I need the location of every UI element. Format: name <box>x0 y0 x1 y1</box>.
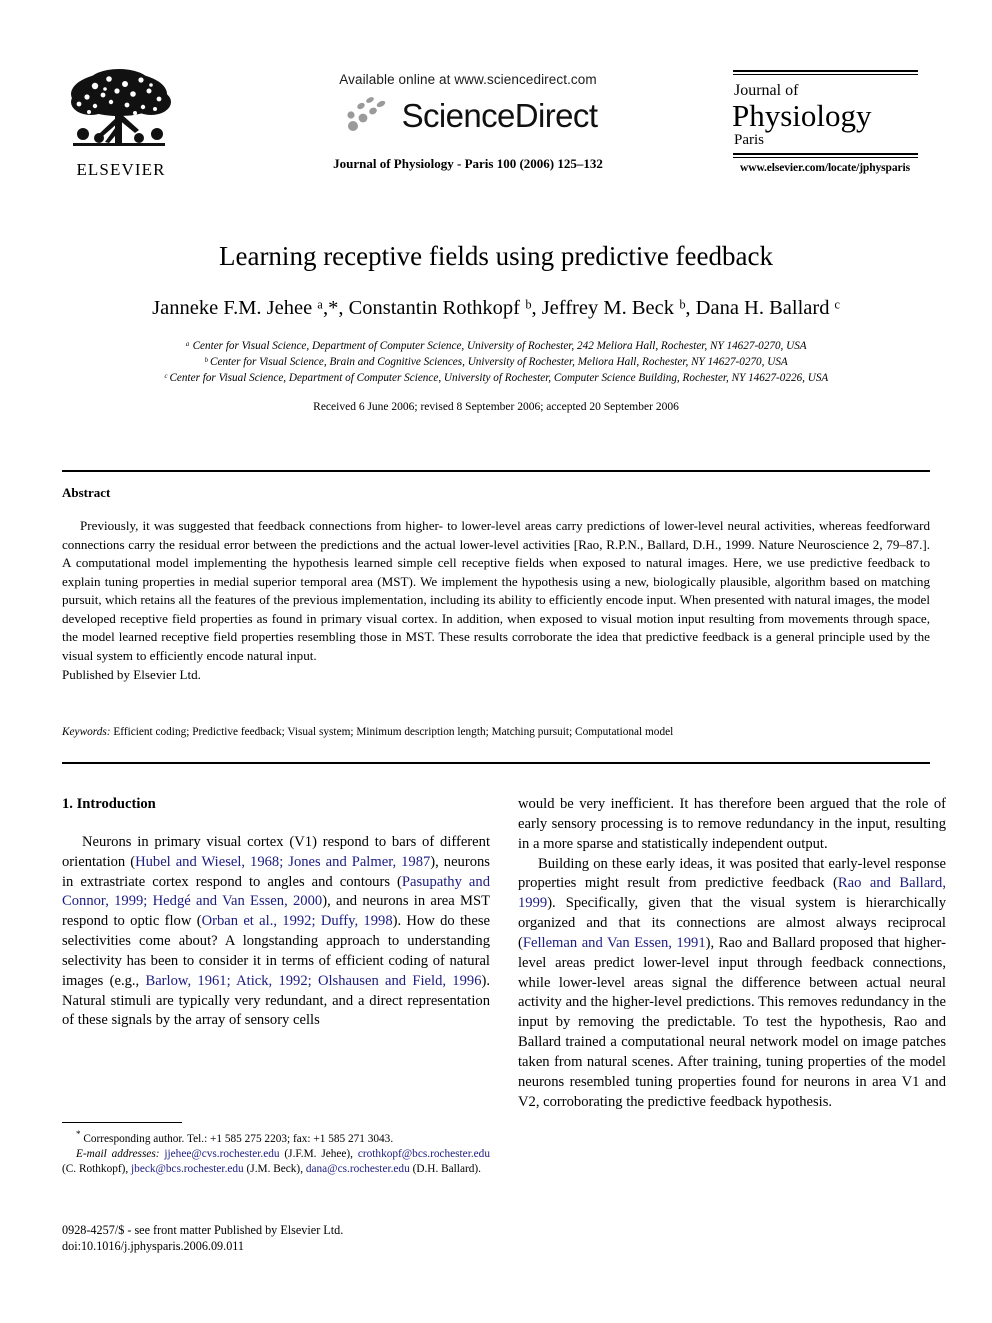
masthead: ELSEVIER Available online at www.science… <box>62 62 930 202</box>
text-run: ), Rao and Ballard proposed that higher-… <box>518 934 946 1110</box>
body-column-left: 1. Introduction Neurons in primary visua… <box>62 795 490 1031</box>
doi-line[interactable]: doi:10.1016/j.jphysparis.2006.09.011 <box>62 1238 490 1254</box>
received-dates: Received 6 June 2006; revised 8 Septembe… <box>313 400 679 413</box>
keywords-line: Keywords: Efficient coding; Predictive f… <box>62 726 930 738</box>
email-link-rothkopf[interactable]: crothkopf@bcs.rochester.edu <box>358 1148 490 1160</box>
footnote-block: * Corresponding author. Tel.: +1 585 275… <box>62 1122 490 1178</box>
email-link-jehee[interactable]: jjehee@cvs.rochester.edu <box>164 1148 279 1160</box>
published-by-text: Published by Elsevier Ltd. <box>62 666 201 682</box>
sciencedirect-swoosh-icon <box>347 97 385 131</box>
affiliation-c: ᶜ Center for Visual Science, Department … <box>163 372 829 385</box>
email-owner-rothkopf: (C. Rothkopf), <box>62 1163 129 1176</box>
abstract-rule-top <box>62 470 930 472</box>
abstract-text: Previously, it was suggested that feedba… <box>62 518 930 664</box>
abstract-section: Abstract Previously, it was suggested th… <box>62 485 930 684</box>
journal-citation-line: Journal of Physiology - Paris 100 (2006)… <box>333 156 603 171</box>
paragraph-intro-2: Building on these early ideas, it was po… <box>518 855 946 1113</box>
footnote-rule <box>62 1122 182 1123</box>
page-title: Learning receptive fields using predicti… <box>218 241 773 271</box>
email-owner-beck: (J.M. Beck), <box>246 1163 304 1176</box>
text-run: Corresponding author. Tel.: +1 585 275 2… <box>83 1132 394 1145</box>
footnote-emails: E-mail addresses: jjehee@cvs.rochester.e… <box>62 1147 490 1178</box>
affiliation-b: ᵇ Center for Visual Science, Brain and C… <box>204 356 788 369</box>
paragraph-intro-continued: would be very inefficient. It has theref… <box>518 796 946 852</box>
elsevier-logo: ELSEVIER <box>62 64 180 178</box>
footnote-corresponding-author: * Corresponding author. Tel.: +1 585 275… <box>62 1128 490 1147</box>
body-column-right: would be very inefficient. It has theref… <box>518 795 946 1113</box>
keywords-value: Efficient coding; Predictive feedback; V… <box>113 726 674 738</box>
citation-link-barlow-atick-olshausen[interactable]: Barlow, 1961; Atick, 1992; Olshausen and… <box>145 973 481 989</box>
citation-link-orban-duffy[interactable]: Orban et al., 1992; Duffy, 1998 <box>202 913 393 929</box>
author-list: Janneke F.M. Jehee ᵃ,*, Constantin Rothk… <box>152 297 840 320</box>
email-link-beck[interactable]: jbeck@bcs.rochester.edu <box>131 1163 244 1175</box>
paragraph-intro-1: Neurons in primary visual cortex (V1) re… <box>62 833 490 1031</box>
sciencedirect-logo: ScienceDirect <box>258 94 678 136</box>
asterisk-marker: * <box>76 1129 81 1139</box>
section-heading-introduction: 1. Introduction <box>62 796 156 812</box>
email-owner-ballard: (D.H. Ballard). <box>412 1163 481 1176</box>
elsevier-wordmark: ELSEVIER <box>76 160 166 179</box>
available-online-text: Available online at www.sciencedirect.co… <box>339 72 597 87</box>
email-owner-jehee: (J.F.M. Jehee), <box>284 1148 353 1161</box>
sciencedirect-wordmark: ScienceDirect <box>401 96 598 134</box>
abstract-rule-bottom <box>62 762 930 764</box>
email-link-ballard[interactable]: dana@cs.rochester.edu <box>306 1163 410 1175</box>
journal-name: Physiology <box>732 97 872 133</box>
sciencedirect-block: Available online at www.sciencedirect.co… <box>258 72 678 172</box>
abstract-heading: Abstract <box>62 485 111 500</box>
journal-logo-block: Journal of Physiology Paris www.elsevier… <box>720 70 930 174</box>
journal-subtitle: Paris <box>734 132 764 149</box>
keywords-label: Keywords: <box>62 726 111 738</box>
journal-url[interactable]: www.elsevier.com/locate/jphysparis <box>720 162 930 174</box>
citation-link-hubel-jones[interactable]: Hubel and Wiesel, 1968; Jones and Palmer… <box>135 854 430 870</box>
elsevier-tree-icon <box>71 69 171 146</box>
journal-rule-top <box>732 70 918 75</box>
paper-page: ELSEVIER Available online at www.science… <box>0 0 992 1323</box>
citation-link-felleman-van-essen[interactable]: Felleman and Van Essen, 1991 <box>523 935 706 951</box>
journal-of-label: Journal of <box>734 82 799 99</box>
email-addresses-label: E-mail addresses: <box>76 1148 160 1161</box>
colophon-block: 0928-4257/$ - see front matter Published… <box>62 1222 490 1255</box>
affiliation-list: ᵃ Center for Visual Science, Department … <box>62 338 930 387</box>
issn-front-matter-line: 0928-4257/$ - see front matter Published… <box>62 1223 344 1237</box>
title-block: Learning receptive fields using predicti… <box>62 240 930 413</box>
affiliation-a: ᵃ Center for Visual Science, Department … <box>185 340 807 353</box>
journal-rule-bottom <box>732 153 918 159</box>
